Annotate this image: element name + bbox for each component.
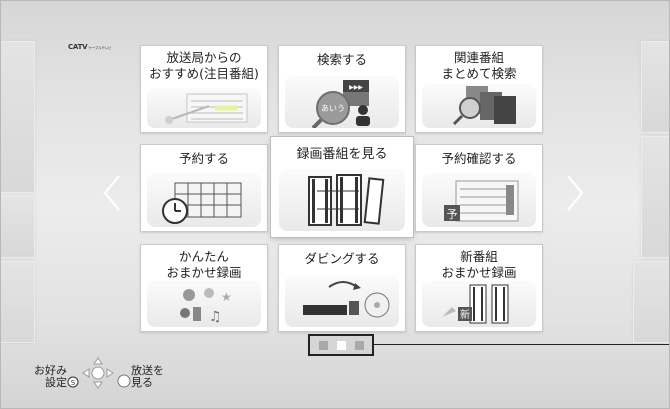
easy-record-icon: ♫ ★ [147,281,261,327]
tile-related-search[interactable]: 関連番組 まとめて検索 [415,45,543,133]
remote-dpad-icon [82,357,114,389]
related-search-icon [422,84,536,128]
tile-dubbing[interactable]: ダビングする [278,244,406,332]
svg-text:あいう: あいう [321,104,345,113]
svg-text:予: 予 [447,208,458,221]
s-key-icon: S [67,376,79,388]
reservation-list-icon: 予 [422,173,536,227]
bg-panel-right-bottom [633,261,669,343]
tile-search[interactable]: 検索する ▶▶▶ あいう [278,45,406,133]
watch-broadcast-hint: 放送を 見る [131,364,164,389]
svg-text:▶▶▶: ▶▶▶ [349,84,363,91]
bg-panel-right-mid [641,136,669,258]
page-dot-1[interactable] [319,341,328,350]
tile-easy-auto-record[interactable]: かんたん おまかせ録画 ♫ ★ [140,244,268,332]
page-indicator [308,334,374,356]
chevron-left-icon[interactable] [101,173,123,213]
tile-reserve[interactable]: 予約する [140,144,268,232]
bg-panel-left-bottom [1,261,35,343]
page-dot-3[interactable] [355,341,364,350]
menu-screen: CATVケーブルテレビ 放送局からの おすすめ(注目番組) 検索する ▶▶▶ あ… [0,0,670,409]
svg-text:S: S [71,379,76,387]
catv-logo: CATVケーブルテレビ [68,43,112,51]
recommended-icon [147,88,261,128]
svg-text:★: ★ [221,290,232,304]
tile-new-program-auto-record[interactable]: 新番組 おまかせ録画 新 [415,244,543,332]
film-strip-icon [279,169,405,231]
bg-panel-left-mid [1,196,35,258]
bg-panel-right-top [641,41,669,133]
enter-circle-icon [117,374,131,388]
svg-text:新: 新 [460,308,470,321]
bg-panel-left-top [1,41,35,193]
new-program-icon: 新 [422,281,536,327]
chevron-right-icon[interactable] [564,173,586,213]
tile-watch-recordings[interactable]: 録画番組を見る [271,137,413,237]
favorites-hint: お好み 設定 [34,364,67,389]
reserve-icon [147,173,261,227]
search-icon: ▶▶▶ あいう [285,76,399,130]
tile-confirm-reservations[interactable]: 予約確認する 予 [415,144,543,232]
dubbing-icon [285,275,399,327]
page-dot-2-current[interactable] [337,341,346,350]
callout-line [374,344,669,345]
tile-recommended[interactable]: 放送局からの おすすめ(注目番組) [140,45,268,133]
svg-text:♫: ♫ [209,309,222,325]
